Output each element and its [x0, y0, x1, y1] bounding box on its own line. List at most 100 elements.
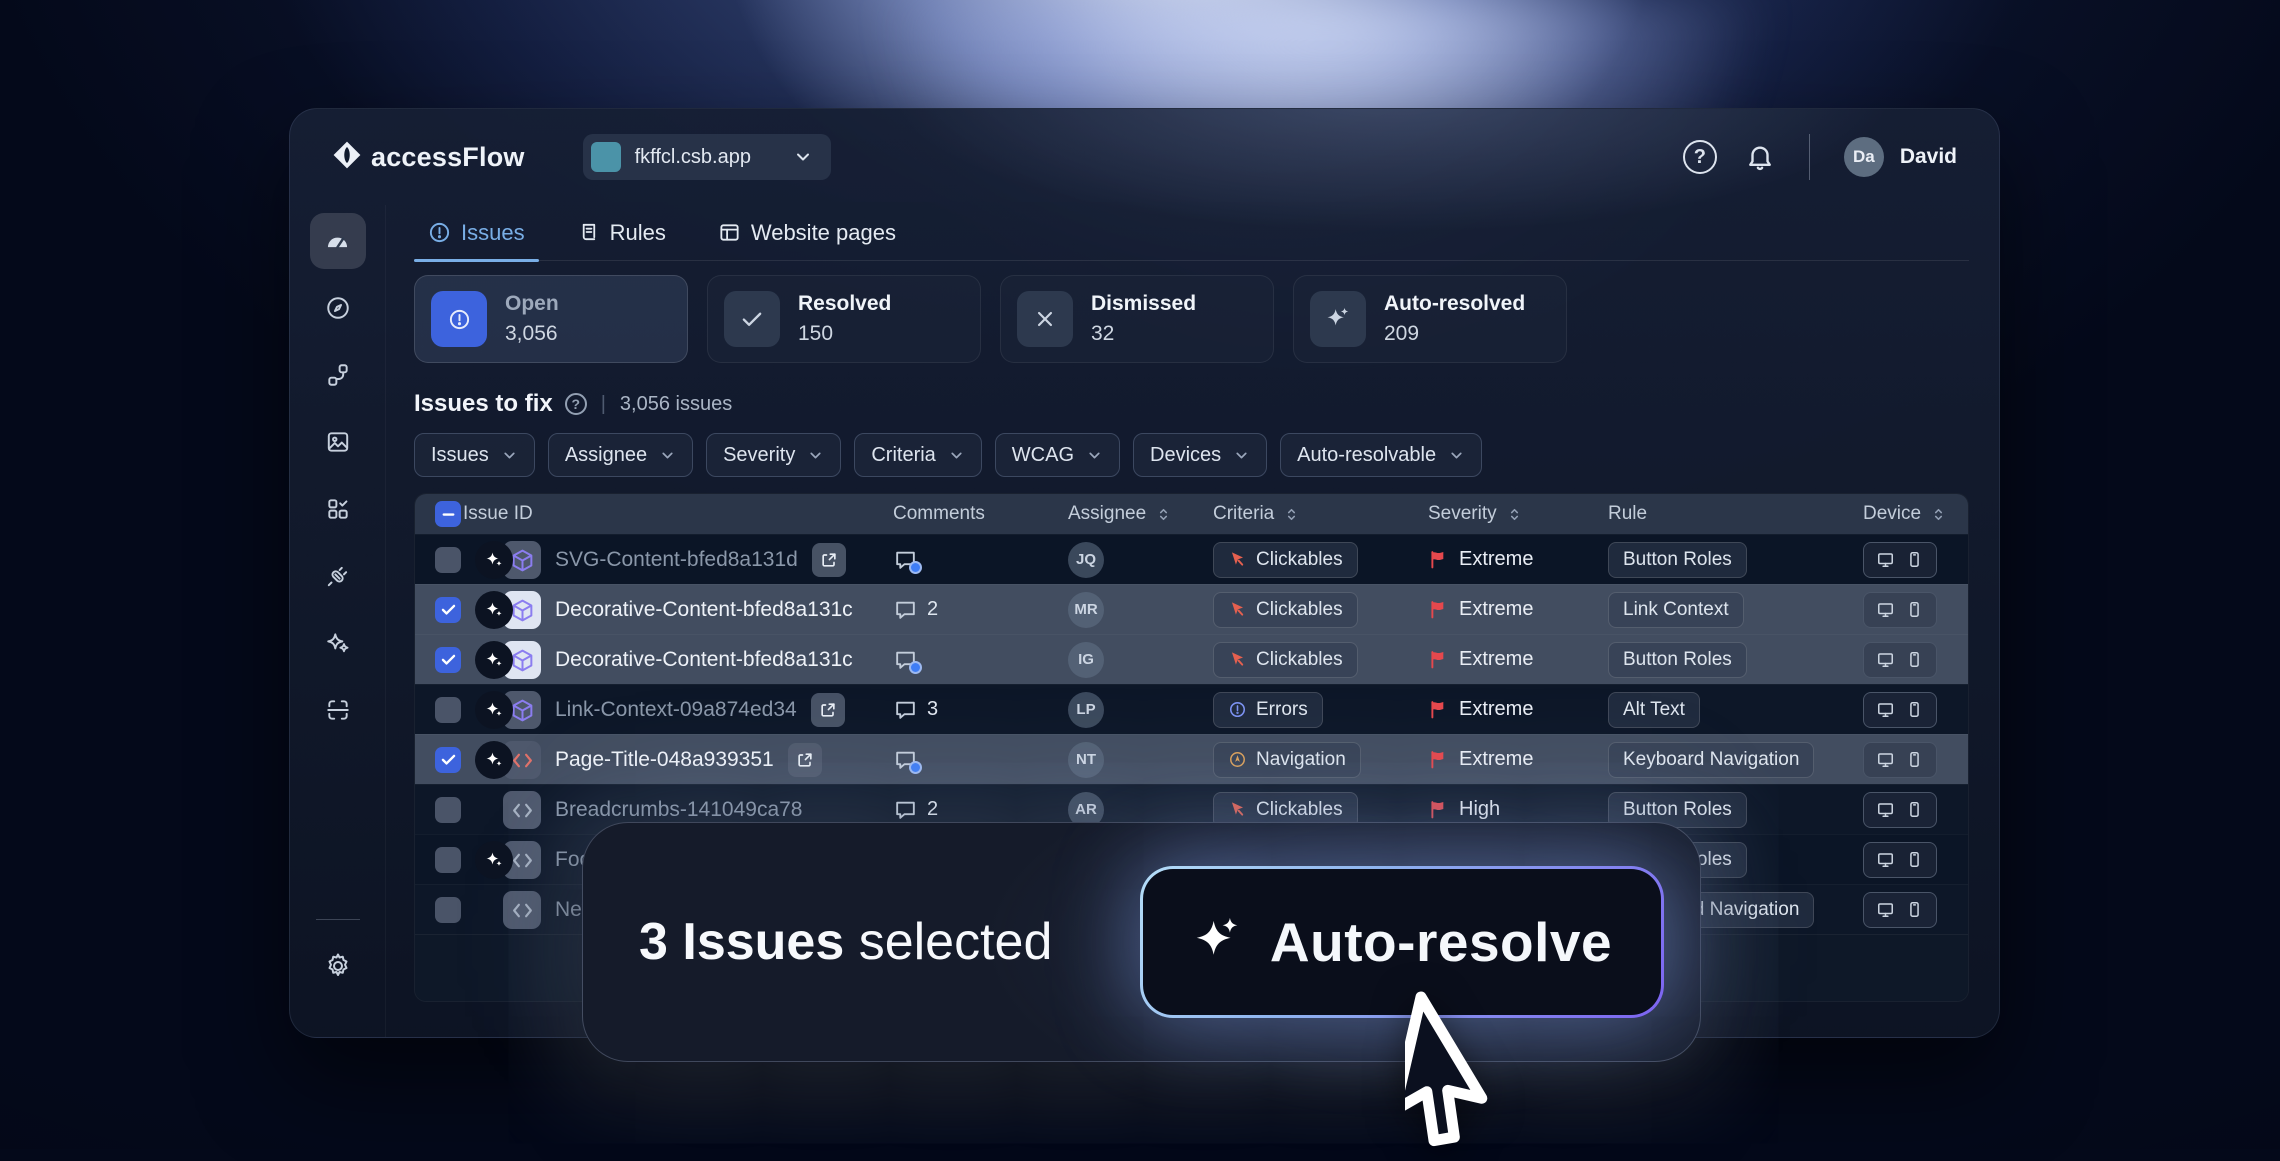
severity-label: Extreme — [1459, 698, 1533, 721]
compass-icon — [325, 295, 351, 321]
criteria-chip[interactable]: Navigation — [1213, 742, 1361, 778]
rule-chip[interactable]: Button Roles — [1608, 542, 1747, 578]
sidebar-item-compass[interactable] — [310, 280, 366, 336]
row-checkbox-checked[interactable] — [435, 597, 461, 623]
select-all-checkbox[interactable] — [435, 501, 461, 527]
device-chip[interactable] — [1863, 742, 1937, 778]
card-label: Resolved — [798, 292, 891, 316]
logo-icon — [332, 140, 362, 175]
sort-icon[interactable] — [1154, 505, 1173, 524]
comments-icon[interactable] — [893, 797, 918, 822]
severity: Extreme — [1428, 698, 1533, 721]
filter-wcag[interactable]: WCAG — [995, 433, 1120, 477]
criteria-chip[interactable]: Clickables — [1213, 592, 1358, 628]
tab-issues[interactable]: Issues — [428, 205, 525, 260]
help-icon[interactable]: ? — [1683, 140, 1717, 174]
filter-issues[interactable]: Issues — [414, 433, 535, 477]
criteria-label: Navigation — [1256, 749, 1346, 771]
open-issue-icon[interactable] — [812, 543, 846, 577]
device-chip[interactable] — [1863, 542, 1937, 578]
sidebar-item-scan[interactable] — [310, 682, 366, 738]
table-row[interactable]: Decorative-Content-bfed8a131c 2 MR Click… — [415, 584, 1968, 634]
comment-count: 3 — [927, 698, 938, 721]
criteria-chip[interactable]: Clickables — [1213, 642, 1358, 678]
device-chip[interactable] — [1863, 692, 1937, 728]
summary-card-auto-resolved[interactable]: Auto-resolved 209 — [1293, 275, 1567, 363]
error-circle-icon — [1228, 700, 1247, 719]
sort-icon[interactable] — [1282, 505, 1301, 524]
summary-card-open[interactable]: Open 3,056 — [414, 275, 688, 363]
issues-section-header: Issues to fix ? | 3,056 issues — [414, 389, 1969, 419]
filter-assignee[interactable]: Assignee — [548, 433, 693, 477]
tab-rules[interactable]: Rules — [577, 205, 666, 260]
row-checkbox[interactable] — [435, 897, 461, 923]
notifications-icon[interactable] — [1745, 142, 1775, 172]
summary-card-dismissed[interactable]: Dismissed 32 — [1000, 275, 1274, 363]
summary-card-resolved[interactable]: Resolved 150 — [707, 275, 981, 363]
assignee-avatar[interactable]: MR — [1068, 592, 1104, 628]
assignee-avatar[interactable]: NT — [1068, 742, 1104, 778]
sort-icon[interactable] — [1929, 505, 1948, 524]
device-chip[interactable] — [1863, 892, 1937, 928]
filter-devices[interactable]: Devices — [1133, 433, 1267, 477]
images-icon — [325, 429, 351, 455]
row-checkbox[interactable] — [435, 847, 461, 873]
filter-label: Severity — [723, 444, 795, 467]
table-header: Issue ID Comments Assignee Criteria Seve… — [415, 494, 1968, 534]
criteria-chip[interactable]: Clickables — [1213, 542, 1358, 578]
criteria-label: Clickables — [1256, 649, 1343, 671]
rule-chip[interactable]: Link Context — [1608, 592, 1744, 628]
user-avatar[interactable]: Da — [1844, 137, 1884, 177]
comments-icon[interactable] — [893, 547, 918, 572]
rule-label: Link Context — [1623, 599, 1729, 621]
rule-chip[interactable]: Button Roles — [1608, 642, 1747, 678]
row-checkbox-checked[interactable] — [435, 747, 461, 773]
assignee-avatar[interactable]: JQ — [1068, 542, 1104, 578]
sidebar-item-dashboard[interactable] — [310, 213, 366, 269]
rule-chip[interactable]: Alt Text — [1608, 692, 1700, 728]
sort-icon[interactable] — [1505, 505, 1524, 524]
filter-severity[interactable]: Severity — [706, 433, 841, 477]
info-icon[interactable]: ? — [565, 393, 587, 415]
assignee-avatar[interactable]: IG — [1068, 642, 1104, 678]
device-chip[interactable] — [1863, 842, 1937, 878]
desktop-icon — [1876, 750, 1895, 769]
sidebar-item-plug[interactable] — [310, 548, 366, 604]
row-checkbox[interactable] — [435, 797, 461, 823]
criteria-chip[interactable]: Errors — [1213, 692, 1323, 728]
tab-website-pages[interactable]: Website pages — [718, 205, 896, 260]
device-chip[interactable] — [1863, 792, 1937, 828]
open-issue-icon[interactable] — [811, 693, 845, 727]
comments-icon[interactable] — [893, 647, 918, 672]
device-chip[interactable] — [1863, 642, 1937, 678]
domain-selector[interactable]: fkffcl.csb.app — [583, 134, 831, 180]
comments-icon[interactable] — [893, 697, 918, 722]
assignee-avatar[interactable]: LP — [1068, 692, 1104, 728]
row-checkbox[interactable] — [435, 697, 461, 723]
comments-icon[interactable] — [893, 747, 918, 772]
auto-resolve-button[interactable]: Auto-resolve — [1140, 866, 1664, 1018]
chevron-down-icon — [501, 447, 518, 464]
filter-criteria[interactable]: Criteria — [854, 433, 981, 477]
card-value: 209 — [1384, 322, 1525, 346]
sidebar-item-flows[interactable] — [310, 347, 366, 403]
pointer-icon — [1228, 600, 1247, 619]
row-checkbox-checked[interactable] — [435, 647, 461, 673]
sidebar-item-grid-check[interactable] — [310, 481, 366, 537]
auto-resolve-popup: 3 Issues selected Auto-resolve — [582, 822, 1701, 1062]
chevron-down-icon — [659, 447, 676, 464]
rule-chip[interactable]: Keyboard Navigation — [1608, 742, 1814, 778]
table-row[interactable]: Decorative-Content-bfed8a131c IG Clickab… — [415, 634, 1968, 684]
sidebar-item-images[interactable] — [310, 414, 366, 470]
sidebar-item-settings[interactable] — [310, 938, 366, 994]
table-row[interactable]: Link-Context-09a874ed34 3 LP Errors Extr… — [415, 684, 1968, 734]
table-row[interactable]: Page-Title-048a939351 NT Navigation Extr… — [415, 734, 1968, 784]
table-row[interactable]: SVG-Content-bfed8a131d JQ Clickables Ext… — [415, 534, 1968, 584]
open-issue-icon[interactable] — [788, 743, 822, 777]
row-checkbox[interactable] — [435, 547, 461, 573]
comments-icon[interactable] — [893, 597, 918, 622]
sidebar-item-sparkles[interactable] — [310, 615, 366, 671]
filter-auto-resolvable[interactable]: Auto-resolvable — [1280, 433, 1482, 477]
pointer-icon — [1228, 650, 1247, 669]
device-chip[interactable] — [1863, 592, 1937, 628]
